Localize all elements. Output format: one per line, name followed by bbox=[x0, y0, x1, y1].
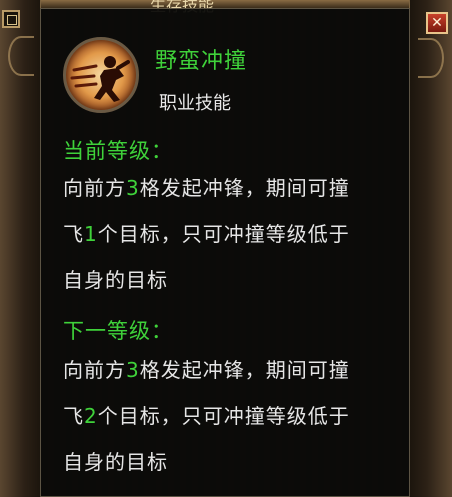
range-value: 3 bbox=[126, 176, 140, 200]
desc-text: 向前方 bbox=[63, 358, 126, 382]
skill-tooltip: 野蛮冲撞 职业技能 当前等级： 向前方3格发起冲锋，期间可撞 飞1个目标，只可冲撞… bbox=[40, 8, 410, 497]
target-count: 2 bbox=[84, 404, 98, 428]
desc-text: 个目标，只可冲撞等级低于 bbox=[97, 404, 350, 428]
desc-text: 自身的目标 bbox=[63, 450, 168, 474]
skill-type: 职业技能 bbox=[159, 93, 231, 114]
desc-text: 格发起冲锋，期间可撞 bbox=[139, 176, 350, 200]
close-button[interactable]: ✕ bbox=[426, 12, 448, 34]
desc-text: 自身的目标 bbox=[63, 268, 168, 292]
right-ornament bbox=[418, 38, 444, 78]
current-level-description: 向前方3格发起冲锋，期间可撞飞1个目标，只可冲撞等级低于自身的目标 bbox=[63, 165, 409, 303]
left-ornament bbox=[8, 36, 34, 76]
next-level-heading: 下一等级： bbox=[63, 319, 173, 343]
range-value: 3 bbox=[126, 358, 140, 382]
next-level-description: 向前方3格发起冲锋，期间可撞飞2个目标，只可冲撞等级低于自身的目标 bbox=[63, 347, 409, 485]
frame-top-border bbox=[0, 0, 452, 8]
desc-text: 飞 bbox=[63, 404, 84, 428]
desc-text: 向前方 bbox=[63, 176, 126, 200]
skill-name: 野蛮冲撞 bbox=[155, 49, 248, 74]
current-level-heading: 当前等级： bbox=[63, 139, 173, 163]
target-count: 1 bbox=[84, 222, 98, 246]
desc-text: 飞 bbox=[63, 222, 84, 246]
charging-warrior-icon bbox=[63, 37, 139, 113]
desc-text: 个目标，只可冲撞等级低于 bbox=[97, 222, 350, 246]
desc-text: 格发起冲锋，期间可撞 bbox=[139, 358, 350, 382]
window-menu-icon[interactable] bbox=[2, 10, 20, 28]
